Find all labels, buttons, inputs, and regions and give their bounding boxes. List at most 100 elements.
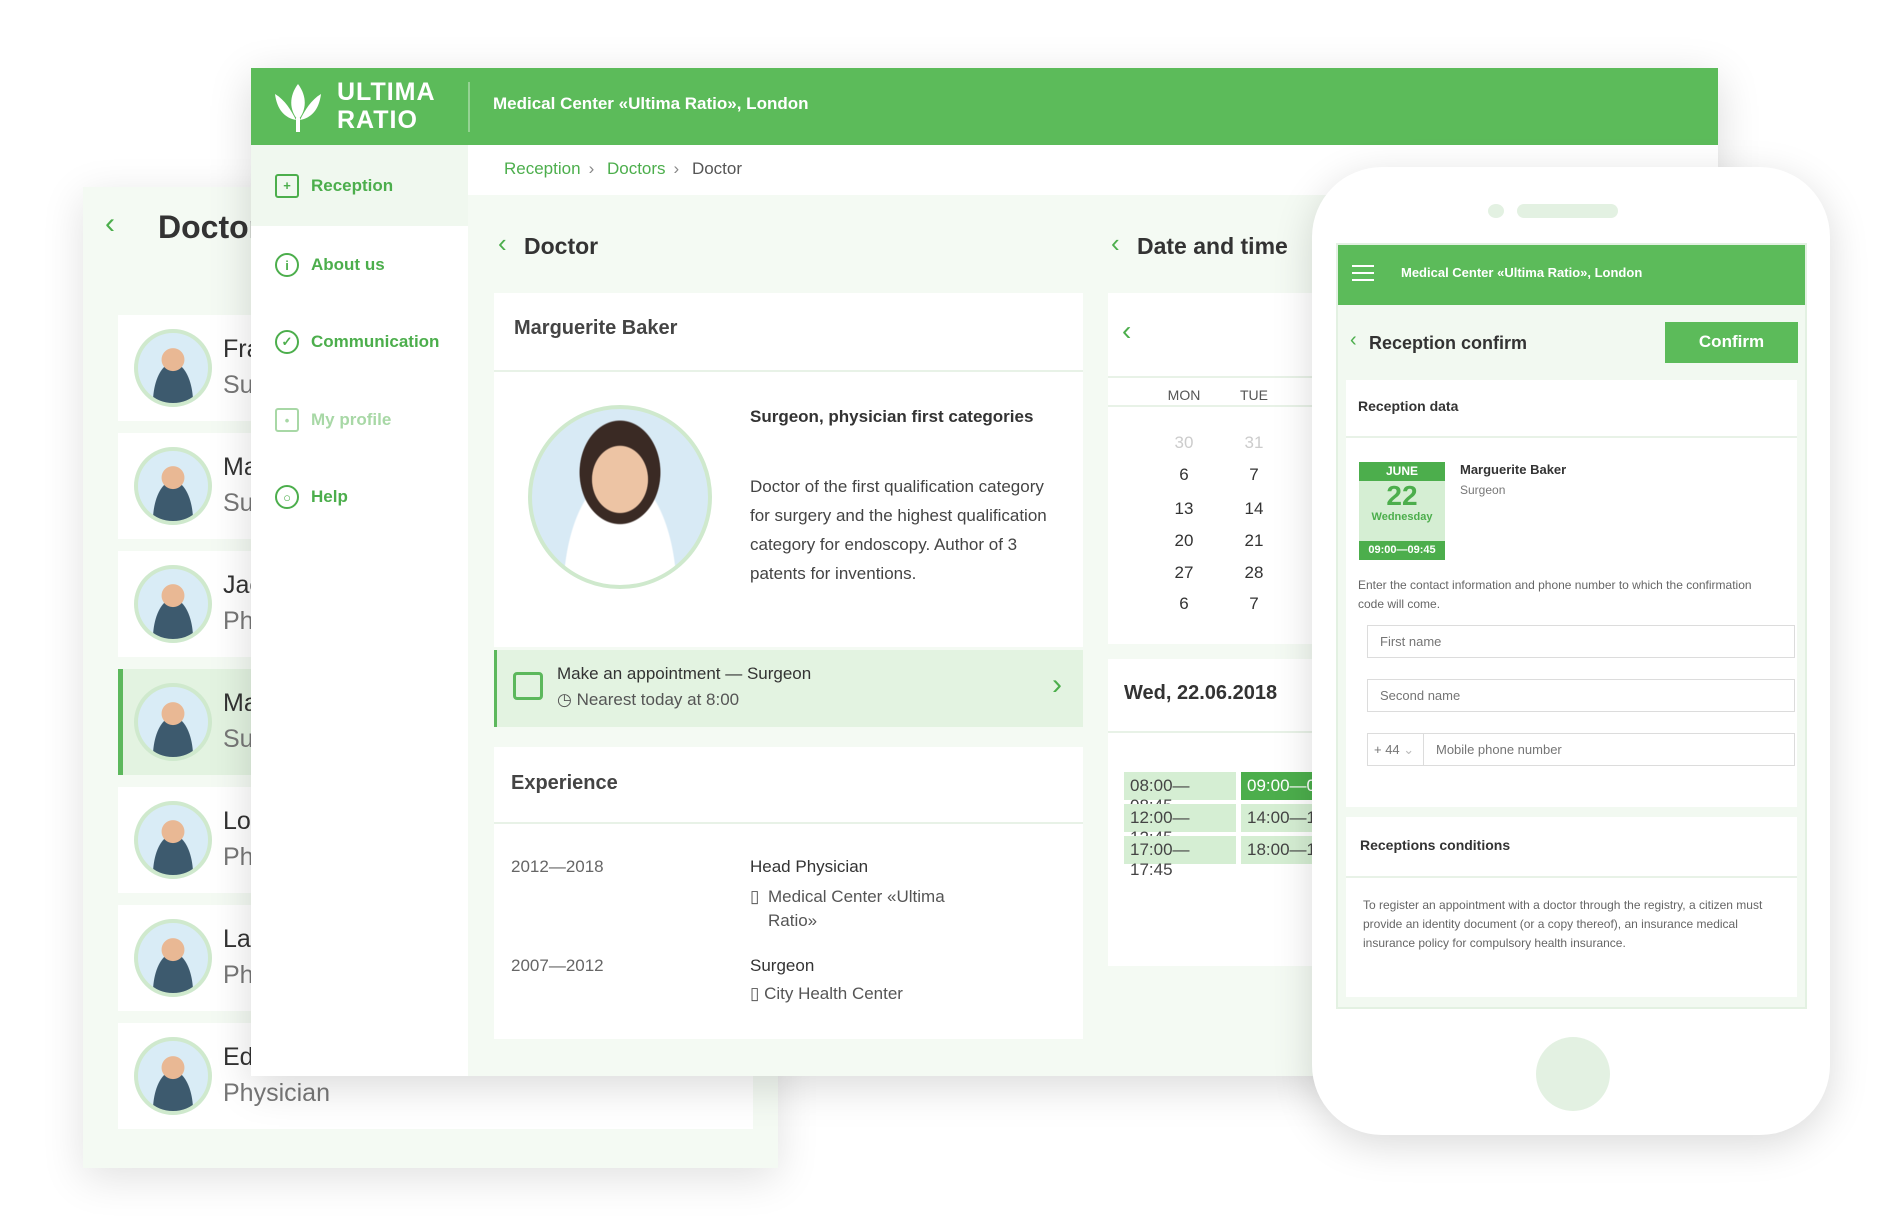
weekday-label: TUE <box>1240 387 1268 403</box>
doctor-name-card: Marguerite Baker <box>494 293 1083 372</box>
doctor-role: Surgeon <box>1460 483 1506 497</box>
phone-title: Reception confirm <box>1369 333 1528 353</box>
doctor-name: Marguerite Baker <box>1460 462 1567 477</box>
conditions-text: To register an appointment with a doctor… <box>1363 898 1763 950</box>
contact-hint: Enter the contact information and phone … <box>1358 578 1752 611</box>
building-icon: ▯ <box>750 984 765 1003</box>
leaf-logo-icon <box>275 84 321 132</box>
doctor-role: Ph <box>223 843 254 871</box>
phone-header: Medical Center «Ultima Ratio», London <box>1338 245 1805 305</box>
menu-icon[interactable] <box>1352 265 1374 281</box>
home-button[interactable] <box>1536 1037 1610 1111</box>
make-appointment-button[interactable]: Make an appointment — Surgeon ◷ Nearest … <box>494 650 1083 727</box>
avatar <box>134 565 212 643</box>
date-badge: JUNE 22 Wednesday 09:00—09:45 <box>1359 462 1445 560</box>
divider <box>468 82 470 132</box>
building-icon: ▯ <box>750 887 760 906</box>
calendar-day[interactable]: 6 <box>1164 594 1204 614</box>
second-name-input[interactable] <box>1367 679 1795 712</box>
first-name-input[interactable] <box>1367 625 1795 658</box>
doctor-specialty: Surgeon, physician first categories <box>750 407 1034 426</box>
prev-month-icon[interactable]: ‹ <box>1122 315 1131 347</box>
doctor-role: Ph <box>223 607 254 635</box>
column-title: Doctor <box>524 233 599 259</box>
calendar-day[interactable]: 28 <box>1234 563 1274 583</box>
calendar-day[interactable]: 6 <box>1164 465 1204 485</box>
experience-position: Head Physician <box>750 857 869 876</box>
confirm-button[interactable]: Confirm <box>1665 322 1798 363</box>
experience-position: Surgeon <box>750 956 815 975</box>
time-slot[interactable]: 08:00—08:45 <box>1124 772 1236 815</box>
experience-years: 2007—2012 <box>511 956 604 975</box>
phone-screen: Medical Center «Ultima Ratio», London ‹ … <box>1336 243 1807 1009</box>
nearest-time: Nearest today at 8:00 <box>576 690 740 709</box>
calendar-day[interactable]: 21 <box>1234 531 1274 551</box>
sidebar-item-reception[interactable]: + Reception <box>251 145 468 226</box>
info-icon: i <box>275 253 299 277</box>
camera <box>1488 204 1504 218</box>
time-slot[interactable]: 12:00—12:45 <box>1124 804 1236 847</box>
calendar-day: 30 <box>1174 433 1194 452</box>
avatar <box>134 329 212 407</box>
back-icon[interactable]: ‹ <box>105 207 115 241</box>
speaker <box>1517 204 1618 218</box>
phone-header-title: Medical Center «Ultima Ratio», London <box>1401 265 1643 280</box>
calendar-day[interactable]: 14 <box>1234 499 1274 519</box>
avatar <box>134 801 212 879</box>
header-title: Medical Center «Ultima Ratio», London <box>493 94 809 113</box>
experience-place: Medical Center «Ultima Ratio» <box>768 887 945 930</box>
sidebar-item-help[interactable]: ○ Help <box>251 467 468 527</box>
back-icon[interactable]: ‹ <box>1350 329 1357 352</box>
doctor-role: Physician <box>223 1079 330 1107</box>
calendar-day[interactable]: 20 <box>1164 531 1204 551</box>
time-slot[interactable]: 17:00—17:45 <box>1124 836 1236 879</box>
breadcrumb-doctors[interactable]: Doctors <box>607 159 666 178</box>
calendar-day[interactable]: 13 <box>1164 499 1204 519</box>
panel-title: Doctor <box>158 209 262 245</box>
doctor-name: Ed <box>223 1043 254 1071</box>
badge-icon: • <box>275 408 299 432</box>
avatar <box>134 1037 212 1115</box>
doctor-role: Su <box>223 489 254 517</box>
reception-data-card: Reception data JUNE 22 Wednesday 09:00—0… <box>1346 380 1797 807</box>
avatar <box>134 683 212 761</box>
phone-mockup: Medical Center «Ultima Ratio», London ‹ … <box>1312 167 1830 1135</box>
section-title: Reception data <box>1346 380 1797 438</box>
column-title: Date and time <box>1137 233 1288 259</box>
avatar <box>134 919 212 997</box>
lifebuoy-icon: ○ <box>275 485 299 509</box>
doctor-name: Marguerite Baker <box>514 317 678 339</box>
calendar-day: 31 <box>1244 433 1264 452</box>
back-icon[interactable]: ‹ <box>498 228 507 259</box>
appointment-label: Make an appointment — Surgeon <box>557 664 812 683</box>
sidebar-item-about-us[interactable]: i About us <box>251 235 468 295</box>
sidebar-item-my-profile[interactable]: • My profile <box>251 390 468 450</box>
calendar-icon <box>513 672 543 700</box>
avatar <box>134 447 212 525</box>
conditions-card: Receptions conditions To register an app… <box>1346 817 1797 997</box>
doctor-profile-card: Surgeon, physician first categories Doct… <box>494 372 1083 647</box>
logo-text: ULTIMA RATIO <box>337 78 436 134</box>
chat-icon: ✓ <box>275 330 299 354</box>
calendar-day[interactable]: 7 <box>1234 594 1274 614</box>
doctor-role: Su <box>223 725 254 753</box>
calendar-day[interactable]: 7 <box>1234 465 1274 485</box>
sidebar: + Reception i About us ✓ Communication • My … <box>251 145 468 1076</box>
calendar-day[interactable]: 27 <box>1164 563 1204 583</box>
experience-title: Experience <box>494 747 1083 824</box>
doctor-role: Ph <box>223 961 254 989</box>
experience-years: 2012—2018 <box>511 857 604 876</box>
back-icon[interactable]: ‹ <box>1111 228 1120 259</box>
doctor-photo <box>528 405 712 589</box>
experience-place: City Health Center <box>764 984 903 1003</box>
section-title: Receptions conditions <box>1346 817 1797 878</box>
weekday-label: MON <box>1167 387 1201 403</box>
phone-number-input[interactable] <box>1423 733 1795 766</box>
doctor-bio: Doctor of the first qualification catego… <box>750 477 1047 583</box>
breadcrumb-current: Doctor <box>691 159 743 178</box>
clock-icon: ◷ <box>557 690 577 709</box>
doctor-role: Su <box>223 371 254 399</box>
sidebar-item-communication[interactable]: ✓ Communication <box>251 312 468 372</box>
breadcrumb-reception[interactable]: Reception <box>504 159 581 178</box>
country-code-select[interactable]: + 44 ⌄ <box>1367 733 1424 766</box>
